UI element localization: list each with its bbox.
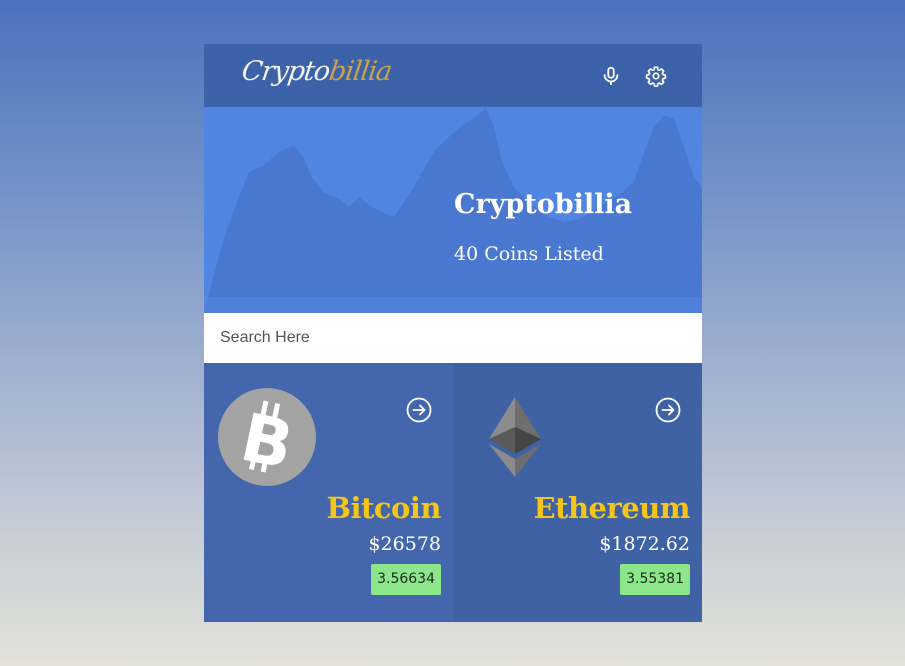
ethereum-icon (489, 397, 541, 477)
logo-main-text: Crypto (239, 56, 332, 87)
coin-card-ethereum[interactable]: Ethereum $1872.62 3.55381 (453, 363, 702, 622)
logo[interactable]: Cryptobillia (240, 56, 393, 87)
arrow-right-circle-icon[interactable] (655, 397, 681, 423)
bitcoin-icon: B (218, 388, 316, 486)
coin-name: Ethereum (533, 491, 690, 525)
coin-price: $1872.62 (599, 533, 690, 555)
coin-card-bitcoin[interactable]: B Bitcoin $26578 3.56634 (204, 363, 453, 622)
gear-icon[interactable] (645, 65, 667, 87)
change-badge: 3.55381 (620, 564, 690, 595)
coin-name: Bitcoin (326, 491, 441, 525)
hero-title: Cryptobillia (454, 189, 633, 220)
microphone-icon[interactable] (600, 65, 622, 87)
arrow-right-circle-icon[interactable] (406, 397, 432, 423)
change-badge: 3.56634 (371, 564, 441, 595)
app-container: Cryptobillia Cryptobillia 40 Coins Liste… (204, 44, 702, 622)
coins-count: 40 Coins Listed (454, 243, 604, 265)
logo-accent-text: billia (327, 56, 394, 87)
hero-banner: Cryptobillia 40 Coins Listed (204, 107, 702, 313)
app-header: Cryptobillia (204, 44, 702, 107)
coin-price: $26578 (368, 533, 441, 555)
search-input[interactable] (204, 313, 702, 363)
